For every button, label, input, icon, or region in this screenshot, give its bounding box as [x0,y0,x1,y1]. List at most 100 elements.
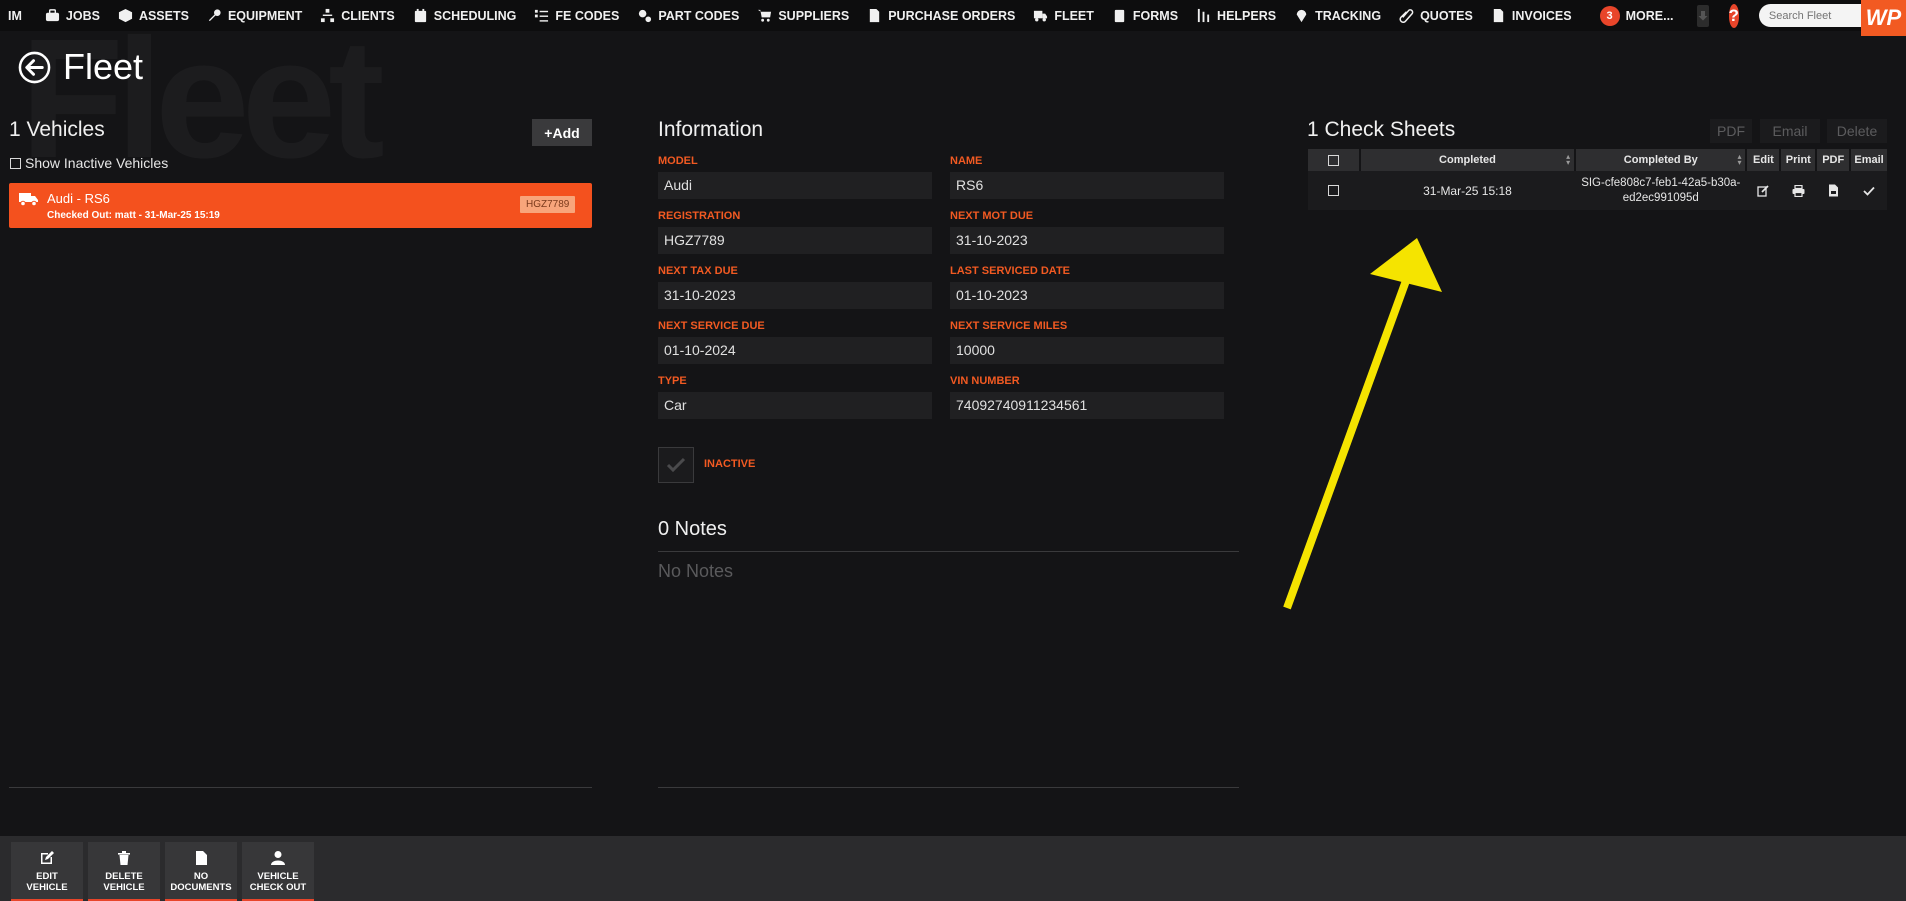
notes-heading: 0 Notes [658,518,727,540]
completed-by-cell: SIG-cfe808c7-feb1-42a5-b30a-ed2ec991095d [1581,176,1741,204]
delete-vehicle-button[interactable]: DELETE VEHICLE [88,842,160,901]
page-title-text: Fleet [63,46,144,87]
nav-item-jobs[interactable]: JOBS [36,0,109,31]
wrench-icon [208,9,221,22]
nav-label: QUOTES [1420,8,1473,23]
nav-item-scheduling[interactable]: SCHEDULING [404,0,526,31]
download-button[interactable] [1696,4,1709,27]
edit-vehicle-button[interactable]: EDIT VEHICLE [11,842,83,901]
nav-label: PART CODES [658,8,740,23]
name-field[interactable]: RS6 [950,172,1224,199]
email-cell[interactable] [1851,171,1887,210]
bottom-toolbar: EDIT VEHICLE DELETE VEHICLE NO DOCUMENTS… [0,836,1906,901]
nav-item-more[interactable]: 3 MORE... [1591,0,1683,31]
check-sheets-heading: 1 Check Sheets [1307,118,1456,141]
next-service-due-field[interactable]: 01-10-2024 [658,337,932,364]
briefcase-icon [45,9,59,22]
pdf-file-icon[interactable] [1828,184,1839,197]
vin-number-label: VIN NUMBER [950,375,1020,387]
annotation-arrow [1283,238,1442,610]
nav-item-invoices[interactable]: INVOICES [1482,0,1581,31]
column-completed-by[interactable]: Completed By ▴ ▾ [1576,149,1746,171]
nav-item-im[interactable]: IM [0,0,36,31]
nav-label: FE CODES [555,8,620,23]
column-print: Print [1781,149,1816,171]
documents-button[interactable]: NO DOCUMENTS [165,842,237,901]
inactive-label: INACTIVE [704,458,756,470]
registration-field[interactable]: HGZ7789 [658,227,932,254]
information-heading: Information [658,118,764,141]
nav-item-helpers[interactable]: HELPERS [1187,0,1285,31]
gears-icon [639,9,652,23]
nav-item-fleet[interactable]: FLEET [1024,0,1103,31]
edit-cell[interactable] [1747,171,1779,210]
vehicles-heading: 1 Vehicles [9,118,105,141]
map-pin-icon [1296,9,1307,23]
pdf-button[interactable]: PDF [1710,119,1752,143]
select-all-cell[interactable] [1308,149,1359,171]
nav-label: TRACKING [1315,8,1382,23]
nav-item-suppliers[interactable]: SUPPLIERS [748,0,858,31]
paperclip-icon [1399,9,1414,23]
type-field[interactable]: Car [658,392,932,419]
nav-item-fe-codes[interactable]: FE CODES [525,0,628,31]
column-edit: Edit [1747,149,1780,171]
nav-label: ASSETS [138,8,189,23]
vehicle-check-out-button[interactable]: VEHICLE CHECK OUT [242,842,314,901]
truck-icon [1034,10,1048,22]
delete-button[interactable]: Delete [1827,119,1887,143]
next-tax-due-field[interactable]: 31-10-2023 [658,282,932,309]
vehicle-list-item[interactable]: Audi - RS6 Checked Out: matt - 31-Mar-25… [9,183,592,228]
registration-tag: HGZ7789 [520,196,576,213]
app-logo[interactable]: WP [1861,0,1906,36]
nav-item-part-codes[interactable]: PART CODES [628,0,748,31]
last-serviced-field[interactable]: 01-10-2023 [950,282,1224,309]
nav-item-quotes[interactable]: QUOTES [1390,0,1482,31]
nav-label: SUPPLIERS [778,8,850,23]
model-field[interactable]: Audi [658,172,932,199]
show-inactive-checkbox[interactable] [10,157,21,169]
add-vehicle-button[interactable]: +Add [532,119,592,146]
table-row[interactable]: 31-Mar-25 15:18 SIG-cfe808c7-feb1-42a5-b… [1308,171,1887,210]
next-mot-due-field[interactable]: 31-10-2023 [950,227,1224,254]
list-check-icon [535,9,549,22]
pdf-cell[interactable] [1817,171,1849,210]
row-select-cell[interactable] [1308,171,1359,210]
column-completed[interactable]: Completed ▴ ▾ [1360,149,1575,171]
back-arrow-icon[interactable] [18,51,51,84]
show-inactive-vehicles[interactable]: Show Inactive Vehicles [10,155,168,171]
type-label: TYPE [658,375,687,387]
vehicle-name: Audi - RS6 [47,191,110,206]
email-button[interactable]: Email [1760,119,1820,143]
document-icon [870,8,880,23]
nav-item-forms[interactable]: FORMS [1103,0,1187,31]
nav-item-clients[interactable]: CLIENTS [311,0,403,31]
row-checkbox[interactable] [1327,185,1339,196]
next-service-miles-field[interactable]: 10000 [950,337,1224,364]
help-button[interactable]: ? [1728,3,1739,28]
nav-label: FLEET [1054,8,1094,23]
nav-item-equipment[interactable]: EQUIPMENT [198,0,311,31]
completed-cell: 31-Mar-25 15:18 [1423,183,1512,198]
vin-number-field[interactable]: 74092740911234561 [950,392,1224,419]
nav-item-purchase-orders[interactable]: PURCHASE ORDERS [858,0,1024,31]
vehicles-divider [9,787,592,788]
check-mark-icon[interactable] [1863,186,1875,196]
nav-label: CLIENTS [341,8,395,23]
column-pdf: PDF [1817,149,1850,171]
nav-label: HELPERS [1217,8,1277,23]
select-all-checkbox[interactable] [1327,154,1339,166]
nav-item-tracking[interactable]: TRACKING [1285,0,1390,31]
nav-label: MORE... [1625,8,1674,23]
check-sheets-table: Completed ▴ ▾ Completed By ▴ ▾ Edit Print … [1308,149,1888,210]
edit-icon[interactable] [1757,184,1770,197]
nav-label: JOBS [65,8,100,23]
print-cell[interactable] [1781,171,1815,210]
nav-item-assets[interactable]: ASSETS [109,0,198,31]
registration-label: REGISTRATION [658,210,741,222]
print-icon[interactable] [1792,184,1805,197]
edit-icon [41,851,54,864]
next-service-miles-label: NEXT SERVICE MILES [950,320,1068,332]
inactive-checkbox[interactable] [658,447,694,483]
no-notes-text: No Notes [658,561,734,581]
